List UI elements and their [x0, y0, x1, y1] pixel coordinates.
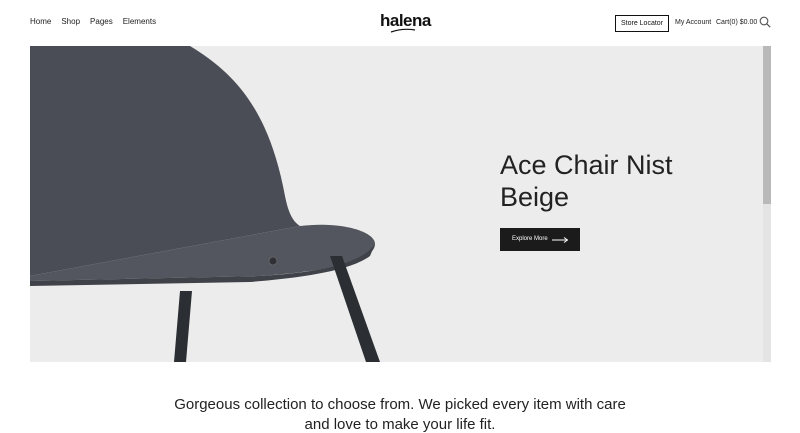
nav-item-shop[interactable]: Shop: [61, 17, 80, 26]
site-header: Home Shop Pages Elements halena Store Lo…: [0, 0, 800, 46]
hero-banner: Ace Chair Nist Beige Explore More: [30, 46, 771, 362]
chair-image: [30, 46, 380, 362]
nav-item-pages[interactable]: Pages: [90, 17, 113, 26]
hero-title: Ace Chair Nist Beige: [500, 149, 730, 213]
hero-title-line1: Ace Chair Nist: [500, 150, 673, 180]
hero-scrollbar[interactable]: [763, 46, 771, 362]
logo-swash-icon: [390, 28, 416, 33]
main-nav: Home Shop Pages Elements: [30, 17, 156, 26]
my-account-link[interactable]: My Account: [675, 19, 711, 26]
explore-more-label: Explore More: [512, 236, 548, 242]
explore-more-button[interactable]: Explore More: [500, 228, 580, 251]
nav-item-elements[interactable]: Elements: [123, 17, 156, 26]
scrollbar-thumb[interactable]: [763, 46, 771, 204]
store-locator-button[interactable]: Store Locator: [615, 15, 669, 32]
intro-text-line2: and love to make your life fit.: [304, 416, 496, 433]
search-icon[interactable]: [759, 16, 771, 28]
nav-item-home[interactable]: Home: [30, 17, 51, 26]
intro-text-line1: Gorgeous collection to choose from. We p…: [174, 396, 626, 413]
cart-link[interactable]: Cart(0) $0.00: [716, 19, 757, 26]
hero-title-line2: Beige: [500, 182, 570, 212]
arrow-right-icon: [552, 237, 568, 243]
